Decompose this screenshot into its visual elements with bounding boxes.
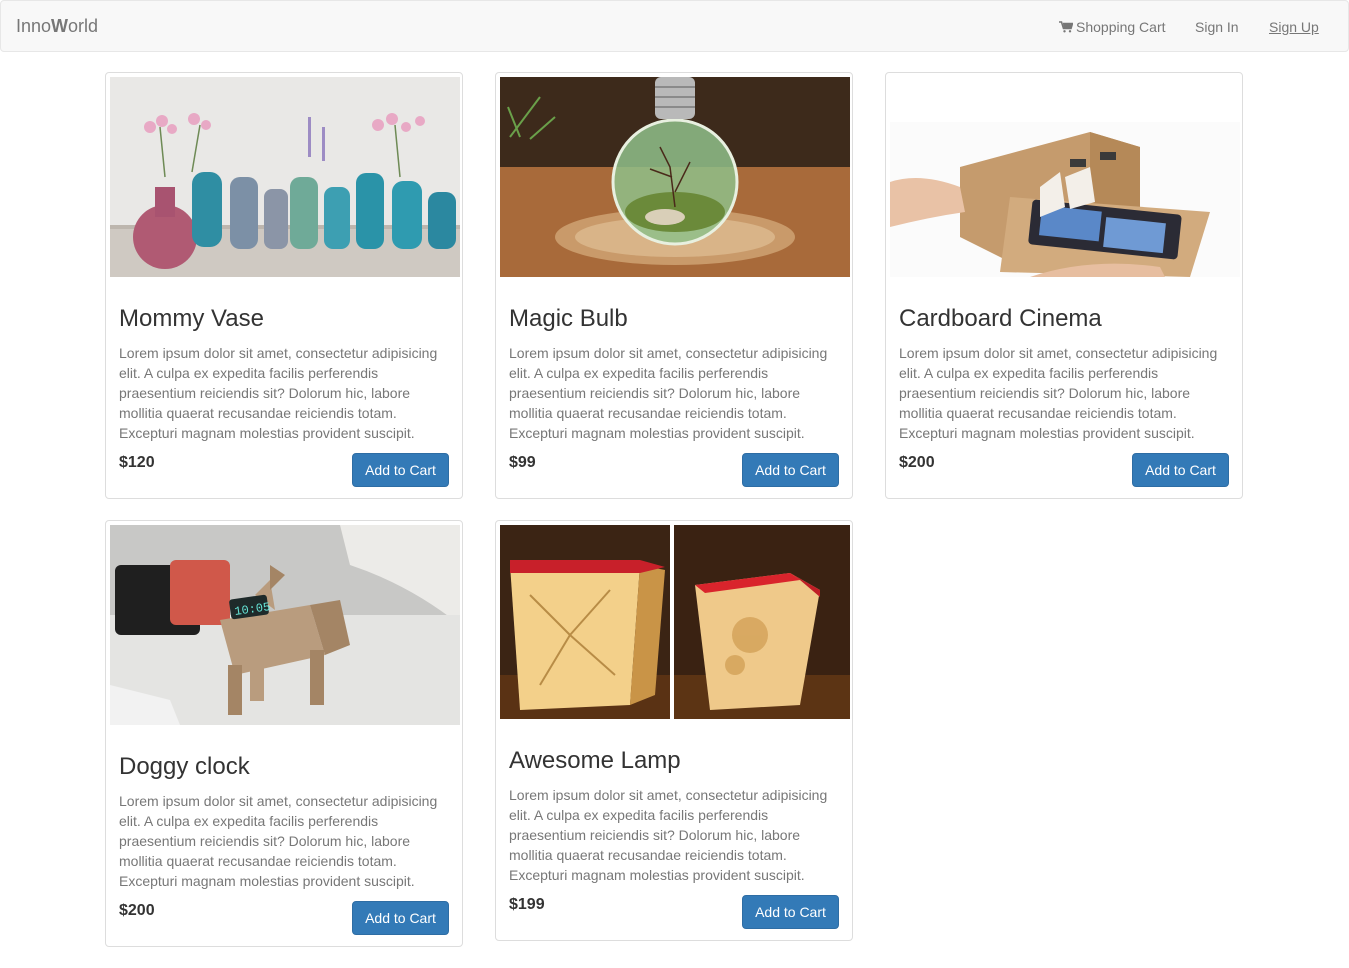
product-description: Lorem ipsum dolor sit amet, consectetur … — [119, 345, 438, 441]
product-image-magic-bulb[interactable] — [500, 77, 850, 277]
product-title[interactable]: Mommy Vase — [119, 305, 264, 333]
product-card: 10:05 Doggy clock Lorem ipsum dolor sit … — [105, 520, 463, 947]
product-image-awesome-lamp[interactable] — [500, 525, 850, 719]
product-description: Lorem ipsum dolor sit amet, consectetur … — [509, 787, 828, 883]
product-card: Awesome Lamp Lorem ipsum dolor sit amet,… — [495, 520, 853, 941]
add-to-cart-button[interactable]: Add to Cart — [742, 895, 839, 929]
product-price: $200 — [119, 902, 155, 919]
product-description: Lorem ipsum dolor sit amet, consectetur … — [509, 345, 828, 441]
product-card: Mommy Vase Lorem ipsum dolor sit amet, c… — [105, 72, 463, 499]
add-to-cart-button[interactable]: Add to Cart — [1132, 453, 1229, 487]
product-title[interactable]: Awesome Lamp — [509, 747, 681, 775]
navbar: InnoWorld Shopping Cart Sign In Sign Up — [0, 0, 1349, 52]
nav-sign-in[interactable]: Sign In — [1195, 18, 1239, 36]
brand-prefix: Inno — [16, 16, 52, 36]
product-price: $120 — [119, 454, 155, 471]
product-card: Magic Bulb Lorem ipsum dolor sit amet, c… — [495, 72, 853, 499]
brand-logo[interactable]: InnoWorld — [16, 16, 98, 36]
nav-sign-up[interactable]: Sign Up — [1269, 18, 1319, 36]
product-price: $99 — [509, 454, 536, 471]
product-price: $200 — [899, 454, 935, 471]
brand-bold: W — [51, 16, 69, 36]
product-image-vases[interactable] — [110, 77, 460, 277]
add-to-cart-button[interactable]: Add to Cart — [742, 453, 839, 487]
nav-shopping-cart[interactable]: Shopping Cart — [1059, 18, 1166, 36]
product-image-doggy-clock[interactable]: 10:05 — [110, 525, 460, 725]
product-image-cardboard-cinema[interactable] — [890, 77, 1240, 277]
product-title[interactable]: Doggy clock — [119, 753, 250, 781]
product-title[interactable]: Magic Bulb — [509, 305, 628, 333]
product-title[interactable]: Cardboard Cinema — [899, 305, 1102, 333]
nav-shopping-cart-label: Shopping Cart — [1076, 19, 1166, 35]
brand-suffix: orld — [68, 16, 99, 36]
product-price: $199 — [509, 896, 545, 913]
product-description: Lorem ipsum dolor sit amet, consectetur … — [899, 345, 1218, 441]
add-to-cart-button[interactable]: Add to Cart — [352, 901, 449, 935]
add-to-cart-button[interactable]: Add to Cart — [352, 453, 449, 487]
shopping-cart-icon — [1059, 21, 1073, 33]
product-card: Cardboard Cinema Lorem ipsum dolor sit a… — [885, 72, 1243, 499]
product-description: Lorem ipsum dolor sit amet, consectetur … — [119, 793, 438, 889]
